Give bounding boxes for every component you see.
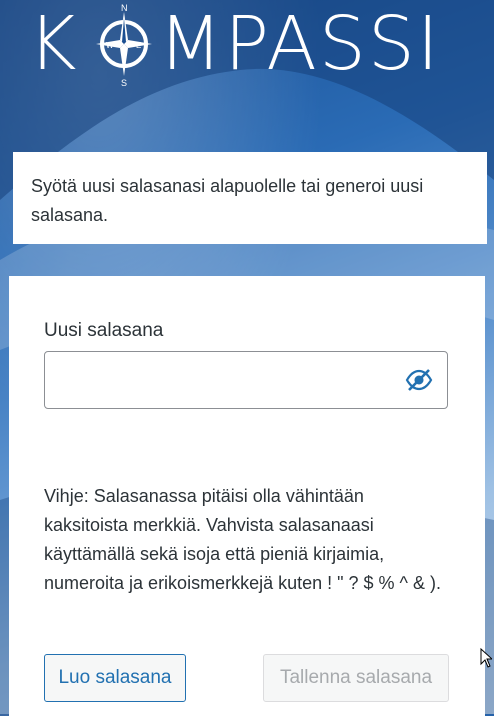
logo-letters-rest: MPASSI (158, 1, 441, 87)
save-password-button[interactable]: Tallenna salasana (263, 654, 449, 702)
password-field-wrapper (44, 351, 448, 409)
compass-e: E (136, 41, 141, 50)
compass-rose-icon: N S W E (96, 3, 152, 86)
compass-w: W (106, 41, 114, 50)
logo-letter-k: K (28, 1, 79, 87)
info-message-text: Syötä uusi salasanasi alapuolelle tai ge… (31, 176, 424, 225)
reset-password-form: Uusi salasana Vihje: Salasanassa pitäisi… (9, 276, 485, 716)
compass-n: N (121, 3, 128, 13)
password-input[interactable] (55, 352, 399, 408)
info-message: Syötä uusi salasanasi alapuolelle tai ge… (13, 152, 487, 244)
password-hint: Vihje: Salasanassa pitäisi olla vähintää… (44, 486, 441, 593)
generate-password-button[interactable]: Luo salasana (44, 654, 186, 702)
password-label: Uusi salasana (44, 320, 164, 341)
eye-slash-icon[interactable] (405, 368, 433, 392)
compass-s: S (121, 78, 127, 86)
mouse-pointer-icon (480, 648, 492, 668)
